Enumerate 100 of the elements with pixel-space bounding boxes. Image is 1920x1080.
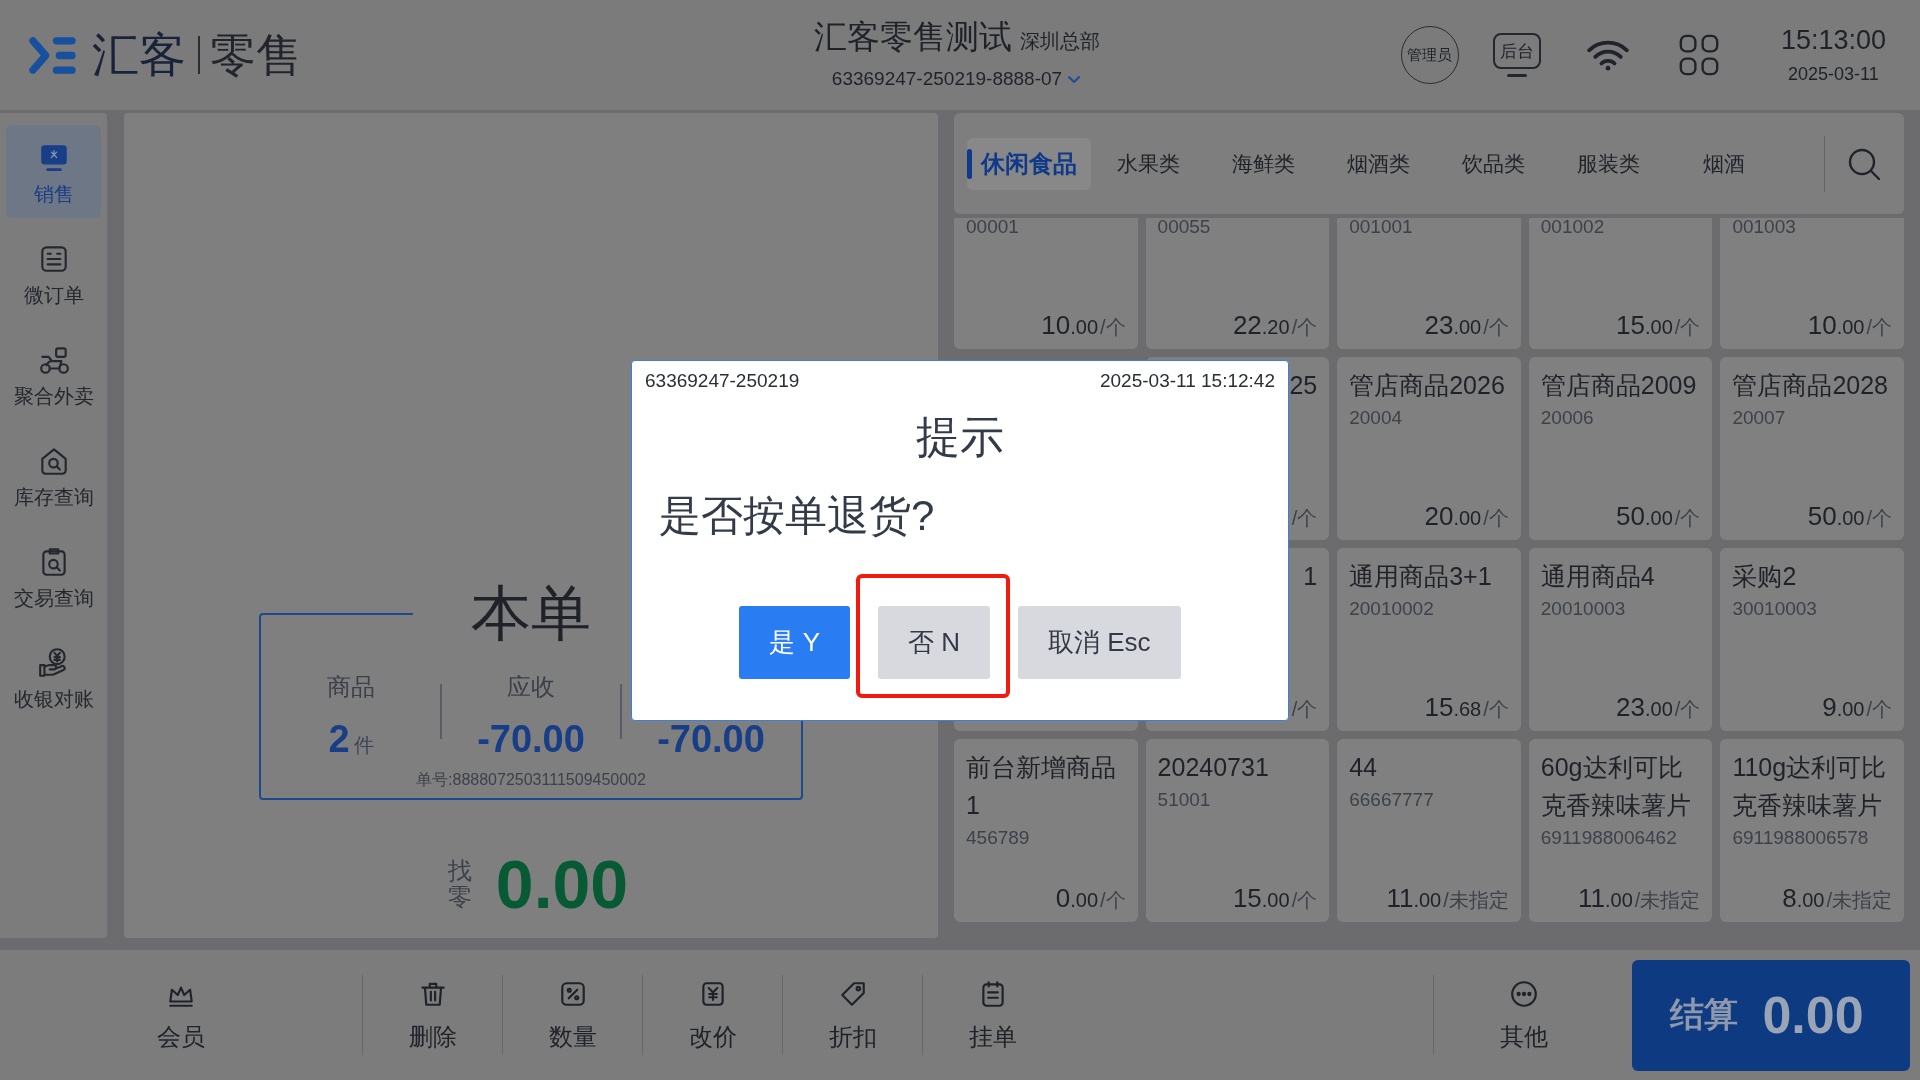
product-price: 50.00 [1616, 502, 1673, 532]
dialog-message: 是否按单退货? [658, 490, 936, 541]
product-card[interactable]: 00055 22.20/个 [1145, 218, 1330, 349]
stat-value: -70.00 [477, 717, 585, 762]
product-card[interactable]: 管店商品2026 20004 20.00/个 [1337, 357, 1521, 540]
product-unit: /个 [1866, 506, 1892, 531]
category-tab[interactable]: 饮品类 [1436, 137, 1551, 190]
product-name: 1 [1303, 561, 1318, 592]
product-price: 11.00 [1386, 884, 1442, 914]
sidebar-item[interactable]: 销售 [6, 125, 101, 218]
product-card[interactable]: 前台新增商品1 456789 0.00/个 [954, 739, 1138, 922]
product-price: 10.00 [1041, 311, 1099, 341]
product-unit: /个 [1674, 506, 1701, 531]
product-code: 001001 [1349, 218, 1414, 239]
dialog-button[interactable]: 是 Y [739, 605, 850, 679]
product-card[interactable]: 管店商品2009 20006 50.00/个 [1528, 357, 1713, 540]
product-code: 66667777 [1349, 788, 1435, 812]
category-tab[interactable]: 烟酒 [1666, 137, 1781, 190]
toolbar-button[interactable]: 挂单 [922, 975, 1062, 1055]
product-name: 60g达利可比克香辣味薯片 [1540, 752, 1692, 821]
stat-label: 商品 [327, 672, 375, 702]
product-unit: /个 [1674, 697, 1701, 722]
product-card[interactable]: 110g达利可比克香辣味薯片 6911988006578 8.00/未指定 [1720, 739, 1904, 922]
product-code: 20010003 [1540, 597, 1627, 621]
product-price: 22.20 [1232, 311, 1290, 341]
product-unit: /个 [1483, 315, 1509, 340]
toolbar-button[interactable]: 会员 [0, 975, 362, 1055]
stat-value: -70.00 [657, 717, 765, 762]
dialog-button[interactable]: 取消 Esc [1018, 605, 1181, 679]
product-card[interactable]: 44 66667777 11.00/未指定 [1337, 739, 1521, 922]
stat-unit: 件 [353, 733, 374, 758]
product-code: 6911988006462 [1540, 826, 1678, 850]
dialog-button[interactable]: 否 N [878, 605, 990, 679]
product-unit: /个 [1100, 888, 1126, 913]
change-amount: 0.00 [495, 845, 629, 924]
product-card[interactable]: 通用商品4 20010003 23.00/个 [1528, 548, 1713, 731]
search-icon[interactable] [1847, 146, 1881, 181]
product-unit: /未指定 [1826, 888, 1892, 913]
category-tab[interactable]: 烟酒类 [1321, 137, 1436, 190]
product-unit: /个 [1866, 315, 1892, 340]
product-price: 11.00 [1578, 884, 1633, 914]
category-tab[interactable]: 服装类 [1551, 137, 1666, 190]
toolbar-button[interactable]: 其他 [1433, 975, 1613, 1055]
terminal-dropdown[interactable]: 63369247-250219-8888-07 [831, 67, 1082, 91]
stat-value: 2 [328, 717, 350, 762]
product-card[interactable]: 20240731 51001 15.00/个 [1145, 739, 1330, 922]
product-code: 20007 [1732, 406, 1787, 430]
product-card[interactable]: 001003 10.00/个 [1720, 218, 1904, 349]
product-unit: /个 [1866, 697, 1892, 722]
branch-name: 深圳总部 [1019, 29, 1100, 54]
product-code: 20010002 [1349, 597, 1435, 621]
chevron-down-icon [1067, 74, 1082, 84]
product-price: 15.00 [1616, 311, 1673, 341]
product-name: 25 [1289, 370, 1318, 401]
product-unit: /个 [1483, 697, 1509, 722]
sidebar-item[interactable]: 聚合外卖 [6, 327, 101, 420]
product-card[interactable]: 001002 15.00/个 [1528, 218, 1713, 349]
product-card[interactable]: 通用商品3+1 20010002 15.68/个 [1337, 548, 1521, 731]
sidebar-item[interactable]: 收银对账 [6, 630, 101, 723]
product-name: 管店商品2009 [1540, 370, 1697, 401]
product-name: 管店商品2028 [1732, 370, 1888, 401]
product-name: 通用商品3+1 [1349, 561, 1492, 592]
product-card[interactable]: 001001 23.00/个 [1337, 218, 1521, 349]
app-name: 零售 [210, 29, 302, 81]
product-name: 110g达利可比克香辣味薯片 [1732, 752, 1888, 821]
sidebar-item[interactable]: 交易查询 [6, 529, 101, 622]
checkout-button[interactable]: 结算 0.00 [1632, 959, 1910, 1071]
toolbar-button[interactable]: 折扣 [782, 975, 922, 1055]
sidebar-item[interactable]: 微订单 [6, 226, 101, 319]
product-name: 20240731 [1157, 752, 1269, 783]
product-unit: /个 [1291, 315, 1318, 340]
product-price: 10.00 [1807, 311, 1865, 341]
toolbar-button[interactable]: 改价 [642, 975, 782, 1055]
product-unit: /个 [1291, 506, 1318, 531]
product-card[interactable]: 60g达利可比克香辣味薯片 6911988006462 11.00/未指定 [1528, 739, 1713, 922]
toolbar-button[interactable]: 数量 [502, 975, 642, 1055]
stat-label: 应收 [507, 672, 555, 702]
product-code: 20004 [1349, 406, 1404, 430]
product-card[interactable]: 管店商品2028 20007 50.00/个 [1720, 357, 1904, 540]
category-tab[interactable]: 休闲食品 [967, 137, 1091, 190]
clock-time: 15:13:00 [1780, 25, 1886, 55]
product-price: 15.00 [1232, 884, 1290, 914]
product-code: 00055 [1157, 218, 1212, 239]
product-code: 456789 [966, 826, 1031, 850]
product-price: 23.00 [1616, 693, 1673, 723]
product-code: 51001 [1157, 788, 1212, 812]
product-code: 20006 [1540, 406, 1595, 430]
product-unit: /个 [1291, 888, 1318, 913]
product-card[interactable]: 00001 10.00/个 [954, 218, 1138, 349]
category-tab[interactable]: 水果类 [1091, 137, 1206, 190]
grid-icon[interactable] [1678, 34, 1719, 76]
product-price: 50.00 [1807, 502, 1865, 532]
order-title: 本单 [470, 579, 592, 649]
category-tab[interactable]: 海鲜类 [1206, 137, 1321, 190]
toolbar-button[interactable]: 删除 [362, 975, 502, 1055]
product-card[interactable]: 采购2 30010003 9.00/个 [1720, 548, 1904, 731]
order-number: 单号:8888072503111509450002 [415, 770, 647, 790]
sidebar-item[interactable]: 库存查询 [6, 428, 101, 521]
product-code: 001002 [1540, 218, 1606, 239]
product-price: 23.00 [1424, 311, 1482, 341]
